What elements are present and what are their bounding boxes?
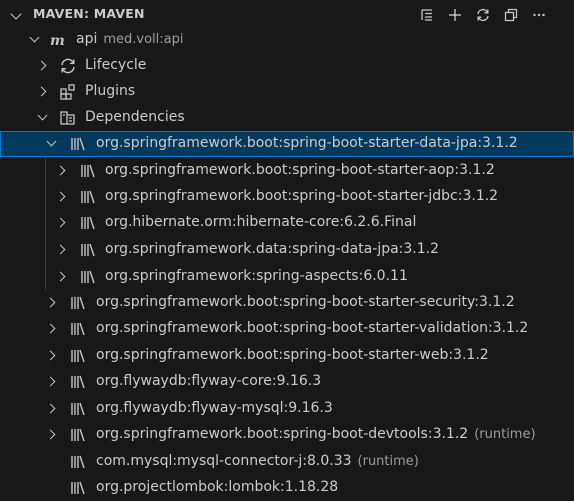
- library-icon: [69, 479, 87, 497]
- library-icon: [79, 241, 97, 259]
- library-icon: [69, 453, 87, 471]
- chevron-right-icon[interactable]: [55, 270, 69, 284]
- chevron-right-icon[interactable]: [55, 190, 69, 204]
- library-icon: [69, 320, 87, 338]
- svg-text:m: m: [50, 33, 65, 49]
- chevron-down-icon[interactable]: [36, 111, 50, 125]
- chevron-right-icon[interactable]: [55, 164, 69, 178]
- dependency-item[interactable]: org.springframework:spring-aspects:6.0.1…: [0, 264, 574, 290]
- dependency-item[interactable]: org.hibernate.orm:hibernate-core:6.2.6.F…: [0, 210, 574, 236]
- scope-description: (runtime): [357, 454, 419, 469]
- dependency-item[interactable]: org.springframework.boot:spring-boot-sta…: [0, 184, 574, 210]
- library-icon: [69, 294, 87, 312]
- dependency-item[interactable]: org.springframework.data:spring-data-jpa…: [0, 237, 574, 263]
- dependency-item[interactable]: org.springframework.boot:spring-boot-dev…: [0, 422, 574, 448]
- dependency-label: org.springframework.boot:spring-boot-sta…: [96, 135, 518, 151]
- library-icon: [69, 426, 87, 444]
- dependencies-icon: [59, 109, 77, 127]
- tree-item-dependencies[interactable]: Dependencies: [0, 105, 574, 131]
- chevron-right-icon[interactable]: [36, 85, 50, 99]
- chevron-right-icon[interactable]: [55, 243, 69, 257]
- dependency-label: com.mysql:mysql-connector-j:8.0.33 (runti…: [96, 453, 419, 469]
- chevron-down-icon[interactable]: [45, 137, 59, 151]
- plugins-label: Plugins: [85, 83, 136, 99]
- chevron-right-icon[interactable]: [45, 402, 59, 416]
- collapse-all-icon[interactable]: [416, 4, 438, 26]
- maven-project-icon: m: [50, 31, 68, 49]
- chevron-right-icon[interactable]: [45, 428, 59, 442]
- chevron-right-icon[interactable]: [55, 216, 69, 230]
- dependency-item[interactable]: org.springframework.boot:spring-boot-sta…: [0, 290, 574, 316]
- library-icon: [69, 135, 87, 153]
- library-icon: [79, 188, 97, 206]
- more-icon[interactable]: [528, 4, 550, 26]
- library-icon: [79, 214, 97, 232]
- dependency-label: org.springframework.boot:spring-boot-dev…: [96, 426, 536, 442]
- chevron-right-icon[interactable]: [45, 349, 59, 363]
- scope-description: (runtime): [474, 427, 536, 442]
- chevron-down-icon[interactable]: [28, 33, 42, 47]
- dependency-item[interactable]: org.flywaydb:flyway-core:9.16.3: [0, 369, 574, 395]
- dependency-item[interactable]: org.springframework.boot:spring-boot-sta…: [0, 158, 574, 184]
- chevron-right-icon[interactable]: [45, 375, 59, 389]
- dependency-label: org.springframework.data:spring-data-jpa…: [105, 241, 440, 257]
- dependency-item[interactable]: org.springframework.boot:spring-boot-sta…: [0, 131, 574, 157]
- library-icon: [69, 373, 87, 391]
- library-icon: [79, 268, 97, 286]
- library-icon: [69, 347, 87, 365]
- tree-item-project[interactable]: m api med.voll:api: [0, 27, 574, 53]
- dependency-label: org.springframework.boot:spring-boot-sta…: [105, 188, 499, 204]
- explorer-icon[interactable]: [500, 4, 522, 26]
- tree-item-lifecycle[interactable]: Lifecycle: [0, 53, 574, 79]
- library-icon: [79, 162, 97, 180]
- chevron-right-icon[interactable]: [45, 322, 59, 336]
- dependencies-label: Dependencies: [85, 109, 185, 125]
- dependency-item[interactable]: org.springframework.boot:spring-boot-sta…: [0, 316, 574, 342]
- project-label: api med.voll:api: [76, 31, 184, 47]
- maven-view-header[interactable]: MAVEN: MAVEN: [0, 0, 574, 28]
- dependency-label: org.hibernate.orm:hibernate-core:6.2.6.F…: [105, 214, 417, 230]
- dependency-item[interactable]: org.projectlombok:lombok:1.18.28: [0, 475, 574, 501]
- dependency-item[interactable]: org.springframework.boot:spring-boot-sta…: [0, 343, 574, 369]
- chevron-down-icon[interactable]: [10, 8, 22, 20]
- header-actions: [416, 4, 550, 26]
- lifecycle-label: Lifecycle: [85, 57, 147, 73]
- dependency-item[interactable]: com.mysql:mysql-connector-j:8.0.33 (runti…: [0, 449, 574, 475]
- view-title: MAVEN: MAVEN: [33, 6, 145, 21]
- dependency-label: org.springframework.boot:spring-boot-sta…: [96, 320, 529, 336]
- plugins-icon: [59, 83, 77, 101]
- dependency-label: org.springframework.boot:spring-boot-sta…: [105, 162, 495, 178]
- add-icon[interactable]: [444, 4, 466, 26]
- dependency-label: org.springframework.boot:spring-boot-sta…: [96, 294, 515, 310]
- chevron-right-icon[interactable]: [45, 296, 59, 310]
- dependency-label: org.flywaydb:flyway-mysql:9.16.3: [96, 400, 333, 416]
- lifecycle-icon: [59, 57, 77, 75]
- dependency-label: org.flywaydb:flyway-core:9.16.3: [96, 373, 322, 389]
- refresh-icon[interactable]: [472, 4, 494, 26]
- dependency-label: org.springframework:spring-aspects:6.0.1…: [105, 268, 408, 284]
- dependency-label: org.springframework.boot:spring-boot-sta…: [96, 347, 489, 363]
- dependency-label: org.projectlombok:lombok:1.18.28: [96, 479, 339, 495]
- dependency-item[interactable]: org.flywaydb:flyway-mysql:9.16.3: [0, 396, 574, 422]
- tree-item-plugins[interactable]: Plugins: [0, 79, 574, 105]
- library-icon: [69, 400, 87, 418]
- chevron-right-icon[interactable]: [36, 59, 50, 73]
